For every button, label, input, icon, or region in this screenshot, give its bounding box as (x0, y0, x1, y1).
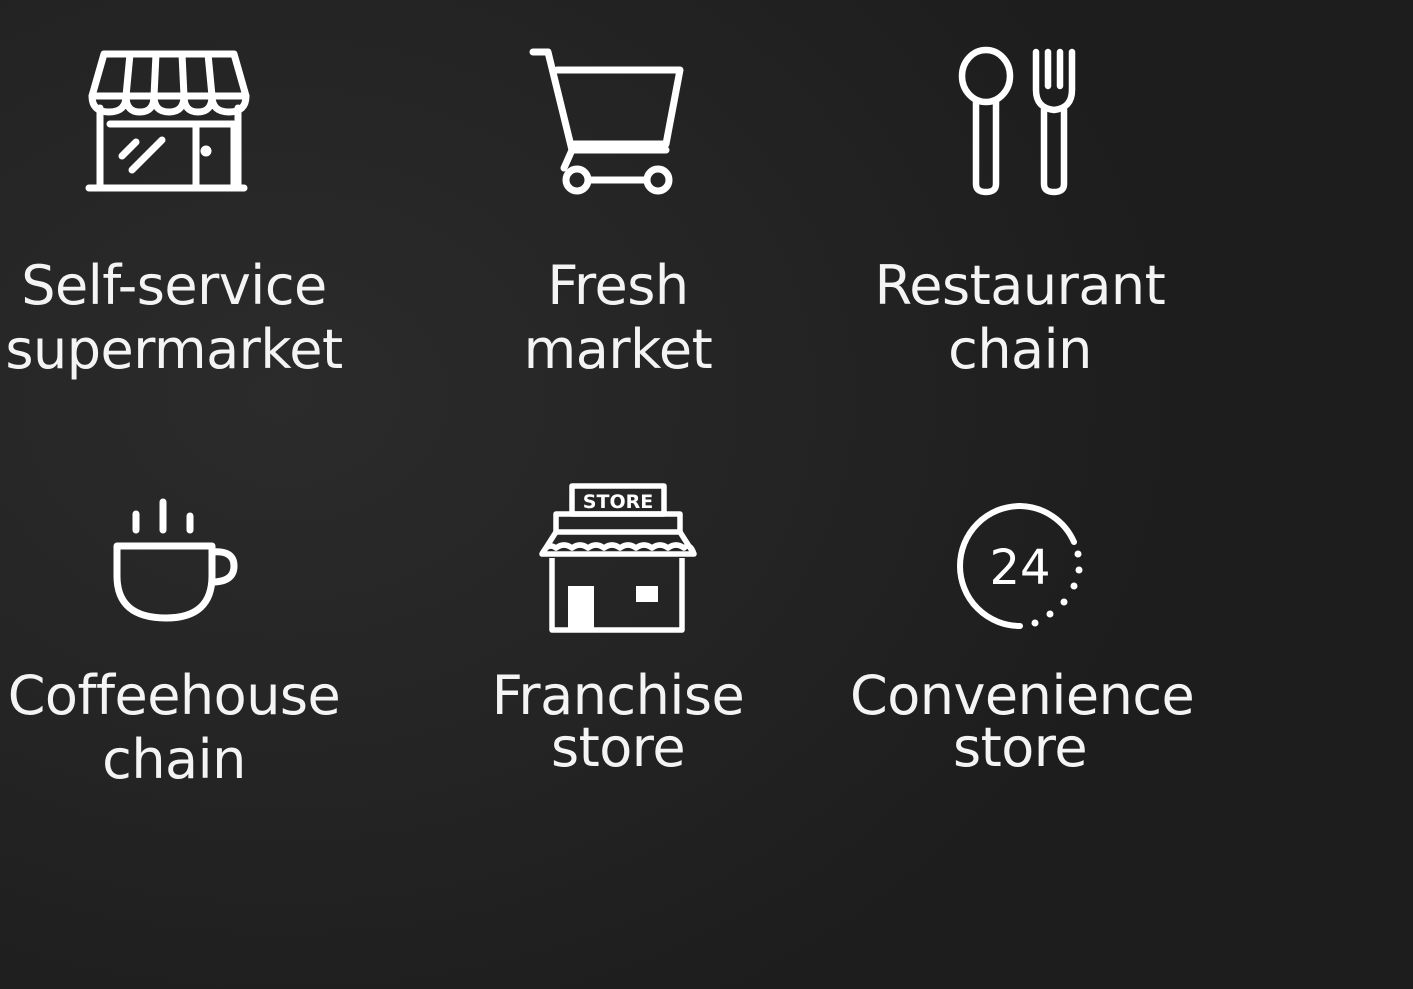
tile-label: Restaurant chain (850, 254, 1190, 382)
tile-label: Franchise store (448, 664, 788, 779)
label-line-2: market (523, 318, 713, 381)
tile-coffeehouse-chain: Coffeehouse chain (4, 490, 344, 810)
storefront-icon (84, 46, 254, 196)
label-line-2: store (952, 716, 1088, 779)
label-line-2: chain (102, 728, 246, 791)
tile-convenience-store: 24 Convenience store (850, 490, 1195, 810)
label-line-2: chain (948, 318, 1092, 381)
label-line-2: supermarket (5, 318, 343, 381)
label-line-1: Restaurant (874, 254, 1166, 317)
tile-restaurant-chain: Restaurant chain (850, 40, 1190, 400)
clock-24-icon: 24 (950, 496, 1090, 636)
tile-fresh-market: Fresh market (448, 40, 788, 400)
coffee-cup-icon (110, 496, 240, 628)
spoon-fork-icon (954, 46, 1094, 198)
tile-label: Fresh market (448, 254, 788, 382)
label-line-1: Franchise (491, 664, 745, 727)
clock-24-text: 24 (989, 540, 1050, 596)
tile-franchise-store: STORE Franchise store (448, 480, 788, 800)
label-line-1: Fresh (547, 254, 689, 317)
tile-self-service-supermarket: Self-service supermarket (4, 40, 344, 400)
label-line-1: Coffeehouse (7, 664, 341, 727)
label-line-1: Convenience (850, 664, 1195, 727)
label-line-2: store (550, 716, 686, 779)
label-line-1: Self-service (21, 254, 327, 317)
store-building-icon: STORE (538, 482, 698, 636)
tile-label: Convenience store (850, 664, 1195, 779)
store-sign-text: STORE (583, 491, 653, 513)
shopping-cart-icon (528, 48, 688, 198)
tile-label: Coffeehouse chain (4, 664, 344, 792)
tile-label: Self-service supermarket (4, 254, 344, 382)
